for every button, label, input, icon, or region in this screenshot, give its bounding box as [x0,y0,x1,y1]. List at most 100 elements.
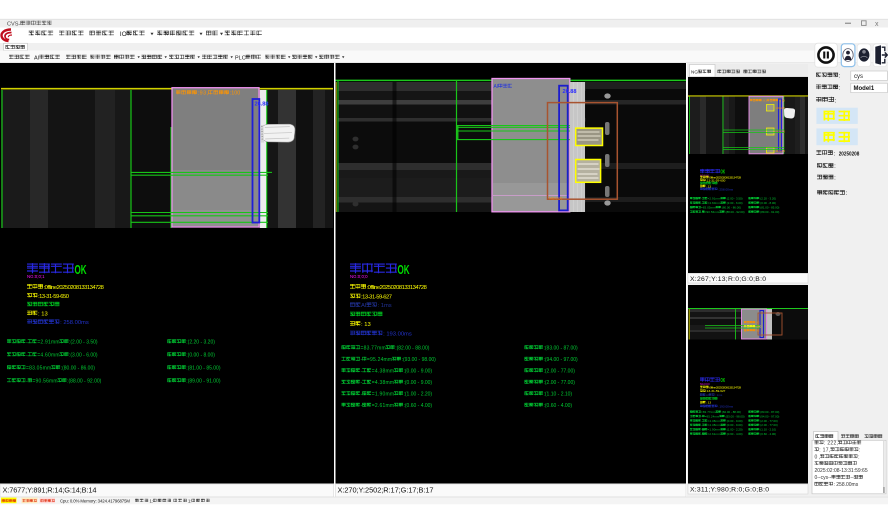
svg-text::(0.00 - 8.00): :(0.00 - 8.00) [186,353,215,359]
svg-text::(0.00 - 9.00): :(0.00 - 9.00) [404,380,433,386]
svg-text:-: - [701,210,702,214]
svg-text:OK: OK [721,377,726,383]
svg-text:X:7677;Y:891;R:14;G:14;B:14: X:7677;Y:891;R:14;G:14;B:14 [3,486,97,495]
svg-text:26.88: 26.88 [563,89,577,95]
svg-text:NG: NG [691,70,698,75]
svg-text:1:: 1: [150,498,154,503]
svg-text::(81.00 - 85.00): :(81.00 - 85.00) [760,206,780,210]
svg-text:: 193.00ms: : 193.00ms [383,332,412,338]
svg-text:=83.05mm: =83.05mm [701,206,716,210]
svg-text::(0.00 - 9.00): :(0.00 - 9.00) [726,423,743,427]
svg-text::(0.00 - 9.00): :(0.00 - 9.00) [726,419,743,423]
svg-text:=83.77mm: =83.77mm [701,410,716,414]
svg-text:-: - [701,414,702,418]
svg-text:-: - [701,428,702,432]
svg-text::13-31-59-627: :13-31-59-627 [361,295,392,301]
svg-text::(83.00 - 87.00): :(83.00 - 87.00) [760,410,780,414]
svg-text::(0.00 - 8.00): :(0.00 - 8.00) [760,201,777,205]
svg-text:: 258.00ms: : 258.00ms [60,320,89,326]
svg-text:=4.60mm: =4.60mm [37,353,59,359]
svg-text::(89.00 - 91.00): :(89.00 - 91.00) [760,210,780,214]
svg-text:-: - [701,419,702,423]
svg-text:: 13: : 13 [361,322,371,328]
svg-text:=83.77mm: =83.77mm [361,346,386,352]
svg-text::: : [858,454,859,460]
svg-text:AI: AI [361,303,367,309]
svg-text::(81.00 - 85.00): :(81.00 - 85.00) [186,366,221,372]
svg-text:: 258.00ms: : 258.00ms [718,187,734,191]
svg-text:X:267;Y:13;R:0;G:0;B:0: X:267;Y:13;R:0;G:0;B:0 [690,276,766,283]
svg-text::(94.00 - 97.00): :(94.00 - 97.00) [544,357,579,363]
svg-text::: : [859,448,860,454]
svg-text:=4.38mm: =4.38mm [372,380,394,386]
svg-text::(93.00 - 98.00): :(93.00 - 98.00) [725,414,745,418]
svg-text::(2.00 - 77.00): :(2.00 - 77.00) [544,369,576,375]
svg-text:=1.90mm: =1.90mm [708,428,722,432]
svg-text::(1.00 - 2.20): :(1.00 - 2.20) [726,428,743,432]
svg-text:: 1ms: : 1ms [715,393,723,397]
svg-text:=2.91mm: =2.91mm [708,197,722,201]
svg-text:x: x [875,21,879,28]
svg-text:=2.61mm: =2.61mm [708,432,722,436]
svg-text::(1.10 - 2.10): :(1.10 - 2.10) [544,392,573,398]
svg-text:OK: OK [721,169,726,175]
svg-text:AI: AI [34,55,40,61]
svg-text::(93.00 - 98.00): :(93.00 - 98.00) [402,357,437,363]
svg-text:-: - [701,423,702,427]
svg-text:: 258.00ms: : 258.00ms [834,482,859,488]
svg-text:1:: 1: [188,498,192,503]
svg-text:=2.91mm: =2.91mm [37,340,59,346]
svg-text:: 13: : 13 [38,311,48,317]
svg-text::(89.00 - 91.00): :(89.00 - 91.00) [186,379,221,385]
svg-text:: 1ms: : 1ms [378,303,392,309]
svg-text:=95.24mm: =95.24mm [367,357,392,363]
svg-text::(80.00 - 86.00): :(80.00 - 86.00) [721,206,741,210]
svg-text::: : [835,97,837,104]
svg-text:-: - [701,197,702,201]
svg-text:=2.61mm: =2.61mm [372,403,394,409]
svg-text::(3.00 - 6.00): :(3.00 - 6.00) [69,353,98,359]
svg-text:2025:02:08-13:31:59:65: 2025:02:08-13:31:59:65 [815,468,868,474]
svg-text::93: :93 [762,99,767,103]
svg-text:AI: AI [494,84,499,90]
svg-text:Model1: Model1 [854,86,875,92]
svg-text:26.88: 26.88 [255,102,269,108]
svg-text::(3.00 - 6.00): :(3.00 - 6.00) [726,201,743,205]
svg-text:X:270;Y:2502;R:17;G:17;B:17: X:270;Y:2502;R:17;G:17;B:17 [338,486,434,495]
svg-text:-: - [701,201,702,205]
svg-text::(0.60 - 4.00): :(0.60 - 4.00) [726,432,743,436]
svg-text::(0.60 - 4.00): :(0.60 - 4.00) [760,432,777,436]
svg-text:--: -- [850,475,854,481]
svg-text::(82.00 - 88.00): :(82.00 - 88.00) [395,346,430,352]
svg-text::(2.20 - 3.20): :(2.20 - 3.20) [186,340,215,346]
svg-text:=95.24mm: =95.24mm [705,414,720,418]
svg-text:: 17,: : 17, [819,448,830,454]
svg-text::(83.00 - 87.00): :(83.00 - 87.00) [544,346,579,352]
svg-text:=83.05mm: =83.05mm [26,366,51,372]
svg-text:=1.90mm: =1.90mm [372,392,394,398]
svg-text:=90.56mm: =90.56mm [32,379,57,385]
svg-text:-: - [701,432,702,436]
svg-text::100: :100 [230,91,241,97]
svg-text::(2.00 - 3.50): :(2.00 - 3.50) [69,340,98,346]
svg-text::(2.00 - 3.50): :(2.00 - 3.50) [726,197,743,201]
svg-text::(0.60 - 4.00): :(0.60 - 4.00) [544,403,573,409]
svg-text::(1.00 - 2.20): :(1.00 - 2.20) [404,392,433,398]
svg-text:143+0.5: 143+0.5 [776,106,786,110]
svg-text::(82.00 - 88.00): :(82.00 - 88.00) [721,410,741,414]
svg-text:NG:0.00: NG:0.00 [549,197,562,201]
svg-text::0ffline20250208133134728: :0ffline20250208133134728 [44,285,104,291]
svg-text:: 193.00ms: : 193.00ms [718,404,734,408]
svg-text::(0.60 - 4.00): :(0.60 - 4.00) [404,403,433,409]
svg-text:OK: OK [398,263,410,277]
svg-text::(0.00 - 9.00): :(0.00 - 9.00) [404,369,433,375]
svg-text::(2.00 - 77.00): :(2.00 - 77.00) [544,380,576,386]
svg-text:=4.60mm: =4.60mm [708,201,722,205]
svg-text:X:311;Y:980;R:0;G:0;B:0: X:311;Y:980;R:0;G:0;B:0 [690,487,769,494]
svg-text:PLC: PLC [235,55,246,61]
svg-text:IO: IO [120,31,127,38]
svg-text::(2.00 - 77.00): :(2.00 - 77.00) [760,419,778,423]
svg-text::(2.00 - 77.00): :(2.00 - 77.00) [760,423,778,427]
svg-text:=4.38mm: =4.38mm [708,419,722,423]
svg-text:0--cys--: 0--cys-- [815,475,832,481]
